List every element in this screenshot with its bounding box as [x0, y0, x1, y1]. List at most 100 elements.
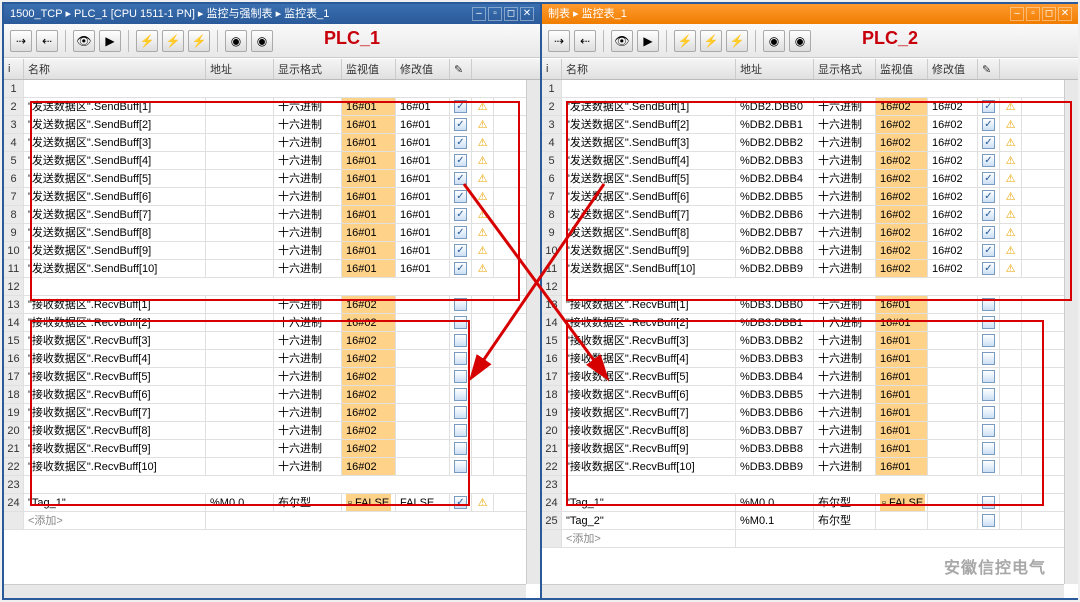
cell-name[interactable]: "接收数据区".RecvBuff[8]	[562, 422, 736, 439]
cell-name[interactable]: "发送数据区".SendBuff[3]	[24, 134, 206, 151]
col-rownum[interactable]: i	[4, 59, 24, 79]
cell-address[interactable]: %M0.1	[736, 512, 814, 529]
cell-format[interactable]: 十六进制	[274, 170, 342, 187]
cell-checkbox[interactable]	[450, 188, 472, 205]
cell-format[interactable]: 十六进制	[814, 458, 876, 475]
cell-checkbox[interactable]	[450, 98, 472, 115]
cell-checkbox[interactable]	[978, 350, 1000, 367]
cell-checkbox[interactable]	[978, 98, 1000, 115]
tool-go-icon-r[interactable]: ▶	[637, 30, 659, 52]
cell-modify-value[interactable]: 16#02	[928, 188, 978, 205]
cell-modify-value[interactable]: 16#02	[928, 116, 978, 133]
checkbox-icon[interactable]	[982, 244, 995, 257]
cell-checkbox[interactable]	[978, 512, 1000, 529]
checkbox-icon[interactable]	[982, 262, 995, 275]
cell-name[interactable]: "接收数据区".RecvBuff[6]	[562, 386, 736, 403]
cell-address[interactable]: %DB3.DBB6	[736, 404, 814, 421]
cell-name[interactable]: "发送数据区".SendBuff[6]	[562, 188, 736, 205]
checkbox-icon[interactable]	[454, 460, 467, 473]
cell-format[interactable]: 十六进制	[814, 368, 876, 385]
cell-format[interactable]: 十六进制	[814, 242, 876, 259]
cell-address[interactable]	[206, 422, 274, 439]
win-max-button-r[interactable]: ◻	[1042, 7, 1056, 21]
cell-format[interactable]: 十六进制	[274, 260, 342, 277]
table-row[interactable]: 9"发送数据区".SendBuff[8]%DB2.DBB7十六进制16#0216…	[542, 224, 1078, 242]
cell-format[interactable]: 十六进制	[814, 350, 876, 367]
cell-modify-value[interactable]	[396, 296, 450, 313]
cell-address[interactable]: %DB3.DBB7	[736, 422, 814, 439]
cell-address[interactable]	[206, 134, 274, 151]
table-row[interactable]: 5"发送数据区".SendBuff[4]%DB2.DBB3十六进制16#0216…	[542, 152, 1078, 170]
cell-modify-value[interactable]	[928, 296, 978, 313]
cell-format[interactable]: 十六进制	[814, 404, 876, 421]
table-row[interactable]: 23	[4, 476, 540, 494]
cell-name[interactable]: "接收数据区".RecvBuff[7]	[562, 404, 736, 421]
cell-checkbox[interactable]	[978, 224, 1000, 241]
checkbox-icon[interactable]	[982, 190, 995, 203]
cell-checkbox[interactable]	[450, 494, 472, 511]
checkbox-icon[interactable]	[454, 424, 467, 437]
cell-modify-value[interactable]: 16#02	[928, 260, 978, 277]
cell-format[interactable]: 十六进制	[814, 296, 876, 313]
cell-name[interactable]: "接收数据区".RecvBuff[3]	[562, 332, 736, 349]
cell-name[interactable]: "Tag_1"	[562, 494, 736, 511]
win-close-button[interactable]: ✕	[520, 7, 534, 21]
win-max-button[interactable]: ◻	[504, 7, 518, 21]
tool-flash3-icon-r[interactable]: ⚡	[726, 30, 748, 52]
cell-format[interactable]: 十六进制	[274, 314, 342, 331]
scrollbar-v-right[interactable]	[1064, 80, 1078, 584]
cell-address[interactable]: %DB3.DBB8	[736, 440, 814, 457]
cell-address[interactable]	[206, 206, 274, 223]
cell-address[interactable]: %DB2.DBB5	[736, 188, 814, 205]
cell-checkbox[interactable]	[978, 134, 1000, 151]
checkbox-icon[interactable]	[982, 370, 995, 383]
cell-checkbox[interactable]	[978, 386, 1000, 403]
cell-address[interactable]	[206, 368, 274, 385]
checkbox-icon[interactable]	[982, 334, 995, 347]
cell-format[interactable]: 十六进制	[274, 116, 342, 133]
cell-format[interactable]: 十六进制	[814, 224, 876, 241]
cell-name[interactable]: "接收数据区".RecvBuff[7]	[24, 404, 206, 421]
cell-format[interactable]: 十六进制	[274, 152, 342, 169]
cell-name[interactable]: "接收数据区".RecvBuff[8]	[24, 422, 206, 439]
cell-address[interactable]: %DB3.DBB2	[736, 332, 814, 349]
scrollbar-v-left[interactable]	[526, 80, 540, 584]
checkbox-icon[interactable]	[982, 388, 995, 401]
cell-modify-value[interactable]: FALSE	[396, 494, 450, 511]
cell-address[interactable]: %M0.0	[736, 494, 814, 511]
table-row[interactable]: 24"Tag_1"%M0.0布尔型▫ FALSEFALSE	[4, 494, 540, 512]
win-min-button[interactable]: –	[472, 7, 486, 21]
cell-name[interactable]: "接收数据区".RecvBuff[10]	[24, 458, 206, 475]
cell-format[interactable]: 布尔型	[814, 512, 876, 529]
cell-checkbox[interactable]	[450, 404, 472, 421]
cell-address[interactable]	[206, 350, 274, 367]
cell-format[interactable]: 十六进制	[274, 458, 342, 475]
cell-address[interactable]	[206, 458, 274, 475]
cell-modify-value[interactable]	[928, 368, 978, 385]
cell-checkbox[interactable]	[978, 422, 1000, 439]
cell-name[interactable]: "发送数据区".SendBuff[9]	[562, 242, 736, 259]
cell-name[interactable]: "发送数据区".SendBuff[2]	[24, 116, 206, 133]
table-row[interactable]: 21"接收数据区".RecvBuff[9]十六进制16#02	[4, 440, 540, 458]
table-row[interactable]: <添加>	[4, 512, 540, 530]
cell-modify-value[interactable]	[396, 350, 450, 367]
win-min-button-r[interactable]: –	[1010, 7, 1024, 21]
cell-name[interactable]: "发送数据区".SendBuff[8]	[24, 224, 206, 241]
cell-address[interactable]: %DB2.DBB4	[736, 170, 814, 187]
cell-address[interactable]	[206, 98, 274, 115]
table-row[interactable]: 4"发送数据区".SendBuff[3]%DB2.DBB2十六进制16#0216…	[542, 134, 1078, 152]
cell-modify-value[interactable]	[928, 404, 978, 421]
cell-address[interactable]: %DB2.DBB6	[736, 206, 814, 223]
tool-monitor-icon-r[interactable]: 👁	[611, 30, 633, 52]
cell-modify-value[interactable]	[928, 512, 978, 529]
cell-name[interactable]: "发送数据区".SendBuff[10]	[24, 260, 206, 277]
cell-modify-value[interactable]	[396, 332, 450, 349]
cell-checkbox[interactable]	[978, 206, 1000, 223]
cell-modify-value[interactable]: 16#01	[396, 206, 450, 223]
cell-checkbox[interactable]	[978, 332, 1000, 349]
table-row[interactable]: 22"接收数据区".RecvBuff[10]%DB3.DBB9十六进制16#01	[542, 458, 1078, 476]
cell-format[interactable]: 布尔型	[274, 494, 342, 511]
checkbox-icon[interactable]	[982, 208, 995, 221]
table-row[interactable]: 20"接收数据区".RecvBuff[8]%DB3.DBB7十六进制16#01	[542, 422, 1078, 440]
cell-address[interactable]	[206, 386, 274, 403]
